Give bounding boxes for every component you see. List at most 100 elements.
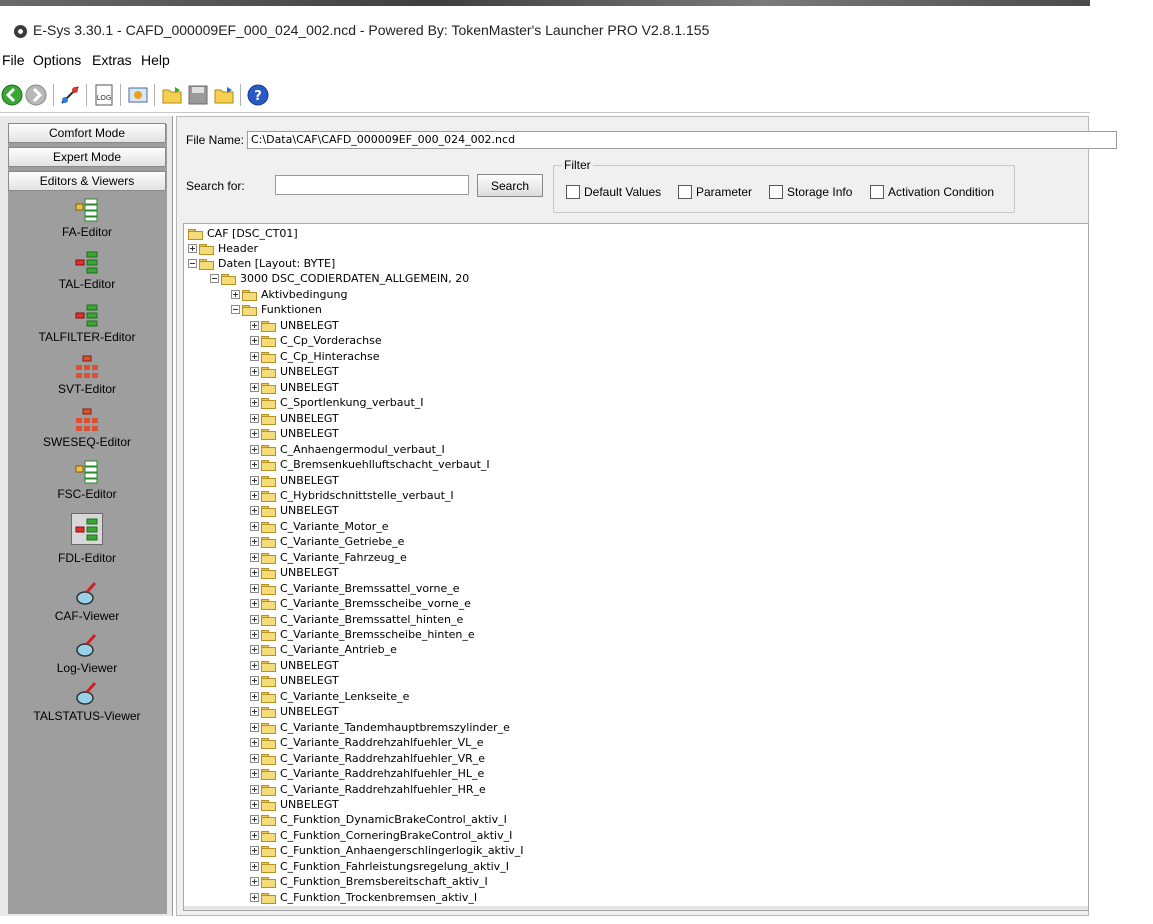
svt-editor-tool[interactable]: SVT-Editor	[8, 355, 166, 407]
tree-node-block[interactable]: 3000 DSC_CODIERDATEN_ALLGEMEIN, 20	[210, 271, 469, 286]
expand-icon[interactable]	[250, 336, 259, 345]
tree-node-funktion[interactable]: C_Hybridschnittstelle_verbaut_I	[250, 488, 454, 503]
tree-node-funktion[interactable]: C_Cp_Hinterachse	[250, 349, 380, 364]
sweseq-editor-tool[interactable]: SWESEQ-Editor	[8, 408, 166, 460]
expand-icon[interactable]	[250, 460, 259, 469]
expand-icon[interactable]	[250, 414, 259, 423]
menu-file[interactable]: File	[2, 52, 25, 68]
default-values-checkbox[interactable]: Default Values	[566, 185, 661, 199]
tree-node-funktion[interactable]: C_Variante_Raddrehzahlfuehler_VL_e	[250, 735, 483, 750]
expand-icon[interactable]	[250, 785, 259, 794]
open-folder-icon[interactable]	[212, 83, 236, 107]
tree-node-funktion[interactable]: C_Bremsenkuehlluftschacht_verbaut_I	[250, 457, 490, 472]
connect-icon[interactable]	[58, 83, 82, 107]
expand-icon[interactable]	[250, 553, 259, 562]
expand-icon[interactable]	[250, 769, 259, 778]
expert-mode-button[interactable]: Expert Mode	[8, 147, 166, 167]
tree-node-funktion[interactable]: C_Variante_Tandemhauptbremszylinder_e	[250, 720, 510, 735]
expand-icon[interactable]	[250, 815, 259, 824]
tree-node-funktion[interactable]: UNBELEGT	[250, 503, 339, 518]
expand-icon[interactable]	[250, 723, 259, 732]
tree-node-funktion[interactable]: C_Variante_Raddrehzahlfuehler_VR_e	[250, 751, 485, 766]
import-icon[interactable]	[126, 83, 150, 107]
comfort-mode-button[interactable]: Comfort Mode	[8, 123, 166, 143]
tree-node-funktionen[interactable]: Funktionen	[231, 302, 322, 317]
expand-icon[interactable]	[231, 290, 240, 299]
menu-extras[interactable]: Extras	[92, 52, 132, 68]
log-icon[interactable]: LOG	[92, 83, 116, 107]
talfilter-editor-tool[interactable]: TALFILTER-Editor	[8, 303, 166, 355]
search-input[interactable]	[275, 175, 469, 195]
tree-node-funktion[interactable]: C_Cp_Vorderachse	[250, 333, 382, 348]
expand-icon[interactable]	[250, 429, 259, 438]
expand-icon[interactable]	[250, 522, 259, 531]
expand-icon[interactable]	[250, 476, 259, 485]
tree-node-funktion[interactable]: C_Variante_Raddrehzahlfuehler_HR_e	[250, 782, 486, 797]
tree-node-funktion[interactable]: C_Variante_Motor_e	[250, 519, 389, 534]
caf-tree-view[interactable]: CAF [DSC_CT01] Header Daten [Layout: BYT…	[183, 223, 1089, 911]
search-button[interactable]: Search	[477, 174, 543, 197]
tree-node-funktion[interactable]: C_Funktion_DynamicBrakeControl_aktiv_I	[250, 812, 507, 827]
collapse-icon[interactable]	[188, 259, 197, 268]
tree-node-header[interactable]: Header	[188, 241, 258, 256]
menu-help[interactable]: Help	[141, 52, 170, 68]
parameter-checkbox[interactable]: Parameter	[678, 185, 752, 199]
expand-icon[interactable]	[250, 352, 259, 361]
tree-node-funktion[interactable]: UNBELEGT	[250, 364, 339, 379]
tree-node-funktion[interactable]: UNBELEGT	[250, 673, 339, 688]
tree-node-funktion[interactable]: C_Sportlenkung_verbaut_I	[250, 395, 424, 410]
fsc-editor-tool[interactable]: FSC-Editor	[8, 460, 166, 512]
tree-node-aktivbedingung[interactable]: Aktivbedingung	[231, 287, 347, 302]
tree-node-funktion[interactable]: C_Funktion_Fahrleistungsregelung_aktiv_I	[250, 859, 509, 874]
tree-node-funktion[interactable]: C_Variante_Raddrehzahlfuehler_HL_e	[250, 766, 484, 781]
menu-options[interactable]: Options	[33, 52, 81, 68]
expand-icon[interactable]	[250, 877, 259, 886]
tree-node-funktion[interactable]: UNBELEGT	[250, 658, 339, 673]
open-icon[interactable]	[160, 83, 184, 107]
expand-icon[interactable]	[250, 754, 259, 763]
horizontal-scrollbar[interactable]	[184, 906, 1088, 910]
tree-node-funktion[interactable]: UNBELEGT	[250, 704, 339, 719]
tree-node-funktion[interactable]: C_Variante_Fahrzeug_e	[250, 550, 407, 565]
expand-icon[interactable]	[250, 506, 259, 515]
checkbox-box[interactable]	[870, 185, 884, 199]
talstatus-viewer-tool[interactable]: TALSTATUS-Viewer	[8, 682, 166, 734]
tree-node-funktion[interactable]: C_Funktion_Anhaengerschlingerlogik_aktiv…	[250, 843, 524, 858]
expand-icon[interactable]	[250, 707, 259, 716]
editors-viewers-button[interactable]: Editors & Viewers	[8, 171, 166, 191]
tree-node-funktion[interactable]: UNBELEGT	[250, 565, 339, 580]
back-icon[interactable]	[0, 83, 24, 107]
tree-node-funktion[interactable]: C_Anhaengermodul_verbaut_I	[250, 442, 445, 457]
expand-icon[interactable]	[250, 738, 259, 747]
expand-icon[interactable]	[250, 645, 259, 654]
tree-node-funktion[interactable]: C_Funktion_Bremsbereitschaft_aktiv_I	[250, 874, 488, 889]
expand-icon[interactable]	[250, 599, 259, 608]
tree-node-funktion[interactable]: UNBELEGT	[250, 411, 339, 426]
expand-icon[interactable]	[250, 584, 259, 593]
fa-editor-tool[interactable]: FA-Editor	[8, 198, 166, 250]
expand-icon[interactable]	[250, 537, 259, 546]
expand-icon[interactable]	[250, 661, 259, 670]
tree-node-funktion[interactable]: UNBELEGT	[250, 380, 339, 395]
expand-icon[interactable]	[250, 692, 259, 701]
help-icon[interactable]: ?	[246, 83, 270, 107]
tree-node-funktion[interactable]: UNBELEGT	[250, 426, 339, 441]
collapse-icon[interactable]	[231, 305, 240, 314]
tal-editor-tool[interactable]: TAL-Editor	[8, 250, 166, 302]
fdl-editor-tool[interactable]: FDL-Editor	[8, 513, 166, 569]
expand-icon[interactable]	[250, 491, 259, 500]
expand-icon[interactable]	[250, 615, 259, 624]
tree-node-funktion[interactable]: C_Variante_Getriebe_e	[250, 534, 404, 549]
expand-icon[interactable]	[250, 398, 259, 407]
collapse-icon[interactable]	[210, 274, 219, 283]
expand-icon[interactable]	[250, 676, 259, 685]
tree-node-funktion[interactable]: C_Variante_Lenkseite_e	[250, 689, 409, 704]
expand-icon[interactable]	[250, 568, 259, 577]
save-icon[interactable]	[186, 83, 210, 107]
expand-icon[interactable]	[250, 846, 259, 855]
checkbox-box[interactable]	[769, 185, 783, 199]
expand-icon[interactable]	[250, 862, 259, 871]
expand-icon[interactable]	[250, 367, 259, 376]
storage-info-checkbox[interactable]: Storage Info	[769, 185, 852, 199]
tree-node-funktion[interactable]: C_Funktion_Trockenbremsen_aktiv_I	[250, 890, 477, 905]
